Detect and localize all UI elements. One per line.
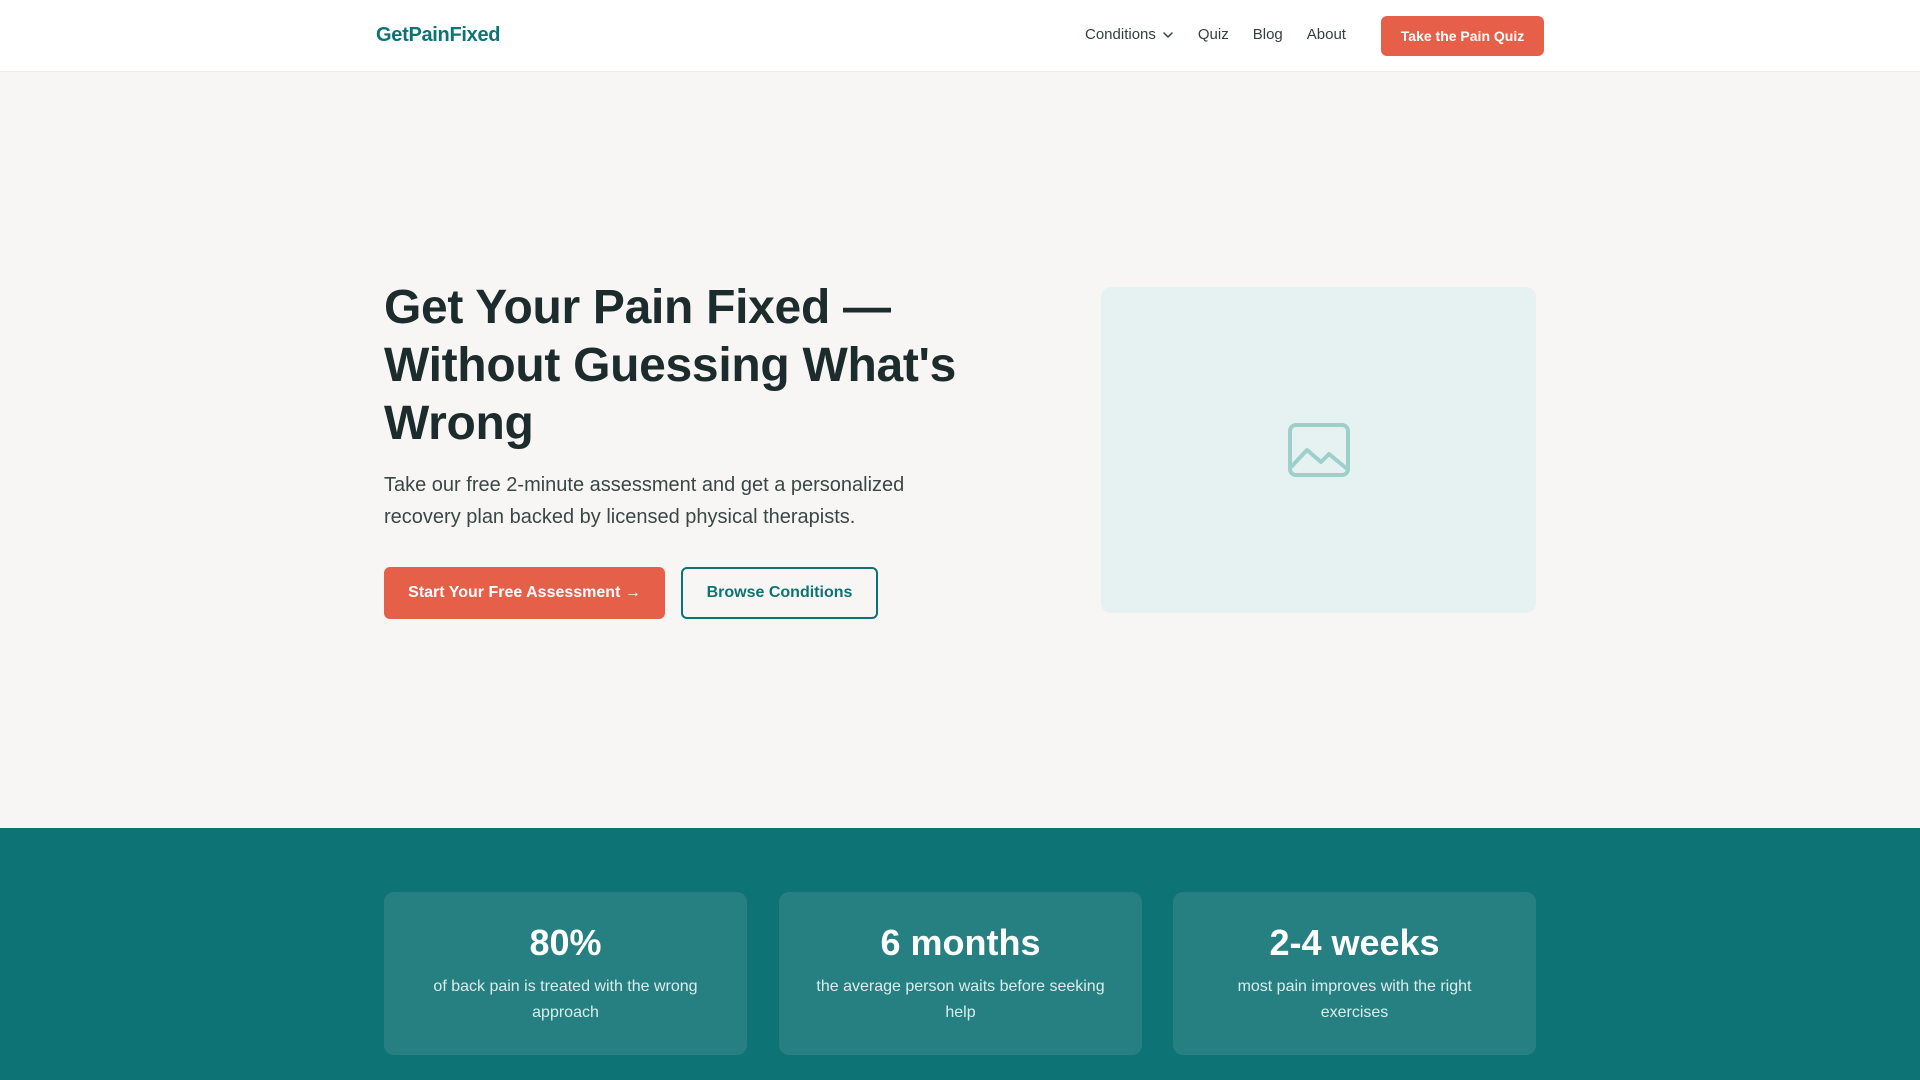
stat-card: 6 months the average person waits before… [779, 892, 1142, 1055]
take-pain-quiz-button[interactable]: Take the Pain Quiz [1381, 16, 1544, 56]
hero-image-placeholder [1101, 287, 1536, 613]
browse-conditions-button[interactable]: Browse Conditions [681, 567, 878, 619]
stat-label: of back pain is treated with the wrong a… [433, 978, 698, 1021]
stat-label: the average person waits before seeking … [816, 978, 1105, 1021]
main-nav: Conditions Quiz Blog About [1085, 26, 1346, 43]
nav-blog[interactable]: Blog [1253, 26, 1283, 43]
nav-conditions[interactable]: Conditions [1085, 26, 1174, 43]
image-placeholder-icon [1287, 423, 1350, 477]
hero-subtitle: Take our free 2-minute assessment and ge… [384, 474, 905, 528]
stats-section: 80% of back pain is treated with the wro… [0, 828, 1920, 1080]
nav-about[interactable]: About [1307, 26, 1346, 43]
top-navbar: GetPainFixed Conditions Quiz Blog About … [0, 0, 1920, 72]
stat-value: 80% [529, 922, 602, 963]
stat-value: 2-4 weeks [1269, 922, 1440, 963]
start-assessment-button[interactable]: Start Your Free Assessment → [384, 567, 665, 619]
stat-value: 6 months [880, 922, 1041, 963]
stat-card: 80% of back pain is treated with the wro… [384, 892, 747, 1055]
hero-title: Get Your Pain Fixed — Without Guessing W… [384, 281, 957, 450]
stat-card: 2-4 weeks most pain improves with the ri… [1173, 892, 1536, 1055]
nav-conditions-label: Conditions [1085, 26, 1156, 43]
chevron-down-icon [1163, 31, 1173, 38]
stat-label: most pain improves with the right exerci… [1237, 978, 1472, 1021]
hero-section: Get Your Pain Fixed — Without Guessing W… [0, 73, 1920, 828]
logo[interactable]: GetPainFixed [376, 24, 501, 47]
nav-quiz[interactable]: Quiz [1198, 26, 1229, 43]
